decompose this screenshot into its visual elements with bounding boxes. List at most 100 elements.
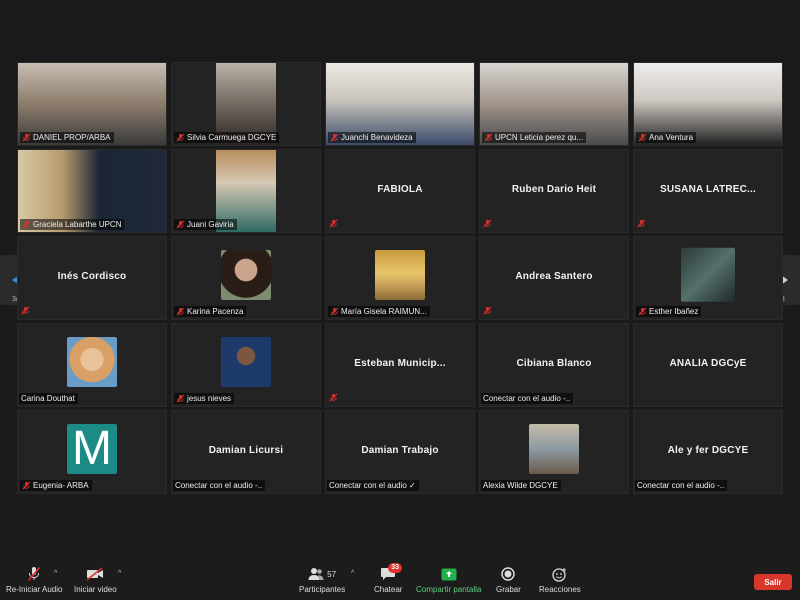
participant-tile[interactable]: ANALÍA DGCyE [633,323,783,407]
muted-mic-icon [21,306,30,315]
participant-tile[interactable]: Ruben Dario Heit [479,149,629,233]
muted-mic-icon [176,220,185,229]
participant-name-label: Conectar con el audio -.. [173,480,266,491]
muted-mic-icon [330,133,339,142]
participant-tile[interactable]: Graciela Labarthe UPCN [17,149,167,233]
share-screen-button[interactable]: Compartir pantalla [416,566,481,594]
participant-tile[interactable]: Karina Pacenza [171,236,321,320]
participant-tile[interactable]: Juanchi Benavideza [325,62,475,146]
leave-meeting-button[interactable]: Salir [754,574,792,590]
video-options-caret[interactable]: ^ [118,570,121,577]
participant-name-label: Alexia Wilde DGCYE [481,480,561,491]
participant-tile[interactable]: Silvia Carmuega DGCYE [171,62,321,146]
participant-name-label: Esther Ibañez [636,306,702,317]
muted-mic-icon [24,566,44,582]
participant-display-name: Ruben Dario Heit [511,184,597,195]
muted-mic-icon [22,220,31,229]
reactions-button-label: Reacciones [539,585,581,594]
participant-tile[interactable]: Damian Trabajo Conectar con el audio ✓ [325,410,475,494]
muted-mic-icon [329,393,338,402]
share-screen-label: Compartir pantalla [416,585,482,594]
participant-name-label: Juanchi Benavideza [328,132,416,143]
participant-name-label: jesus nieves [174,393,235,404]
record-button[interactable]: Grabar [496,566,521,594]
participant-tile[interactable]: UPCN Leticia perez qu... [479,62,629,146]
muted-mic-icon [176,307,185,316]
participant-display-name: SUSANA LATREC... [660,184,756,195]
participant-tile[interactable]: jesus nieves [171,323,321,407]
participant-tile[interactable]: DANIEL PROP/ARBA [17,62,167,146]
participants-button[interactable]: 57 Participantes [299,566,345,594]
participant-name-label: Juani Gaviria [174,219,237,230]
participant-tile[interactable]: Ale y fer DGCYE Conectar con el audio -.… [633,410,783,494]
participant-tile[interactable]: Andrea Santero [479,236,629,320]
participant-display-name: FABIOLA [377,184,423,195]
participant-display-name: Inés Cordisco [57,271,127,282]
participant-tile[interactable]: Inés Cordisco [17,236,167,320]
participant-tile[interactable]: FABIOLA [325,149,475,233]
gallery-grid: DANIEL PROP/ARBA Silvia Carmuega DGCYE J… [17,62,783,498]
participant-display-name: Cibiana Blanco [516,358,592,369]
participant-name-label: Conectar con el audio -.. [635,480,728,491]
muted-mic-icon [176,394,185,403]
video-button-label: Iniciar video [74,585,117,594]
participant-tile[interactable]: Damian Licursi Conectar con el audio -.. [171,410,321,494]
profile-picture [529,424,579,474]
participant-display-name: Andrea Santero [515,271,593,282]
participants-button-label: Participantes [299,585,346,594]
muted-mic-icon [176,133,185,142]
participant-name-label: UPCN Leticia perez qu... [482,132,587,143]
audio-button-label: Re-Iniciar Audio [6,585,63,594]
muted-mic-icon [638,307,647,316]
muted-mic-icon [22,133,31,142]
participant-name-label: Carina Douthat [19,393,78,404]
reactions-button[interactable]: Reacciones [539,566,581,594]
participant-name-label: Silvia Carmuega DGCYE [174,132,280,143]
participant-tile[interactable]: Alexia Wilde DGCYE [479,410,629,494]
participant-name-label: DANIEL PROP/ARBA [20,132,114,143]
profile-picture [67,337,117,387]
participant-display-name: Damian Licursi [208,445,284,456]
muted-mic-icon [330,307,339,316]
participant-tile[interactable]: M Eugenia- ARBA [17,410,167,494]
muted-mic-icon [484,133,493,142]
participants-options-caret[interactable]: ^ [351,570,354,577]
participant-display-name: ANALÍA DGCyE [669,358,747,369]
smiley-icon [550,566,570,582]
profile-picture [221,250,271,300]
muted-mic-icon [637,219,646,228]
video-button[interactable]: Iniciar video [74,566,117,594]
muted-mic-icon [638,133,647,142]
participant-tile[interactable]: Esteban Municip... [325,323,475,407]
participants-count: 57 [327,569,337,579]
meeting-toolbar: Re-Iniciar Audio ^ Iniciar video ^ 57 Pa… [0,560,800,600]
muted-mic-icon [483,219,492,228]
participant-tile[interactable]: Esther Ibañez [633,236,783,320]
audio-options-caret[interactable]: ^ [54,570,57,577]
record-button-label: Grabar [496,585,521,594]
avatar-letter: M [72,422,112,475]
chat-button[interactable]: 33 Chatear [374,563,403,594]
participant-tile[interactable]: Juani Gaviria [171,149,321,233]
record-icon [498,566,518,582]
participant-tile[interactable]: Ana Ventura [633,62,783,146]
participant-name-label: Karina Pacenza [174,306,247,317]
participant-name-label: Eugenia- ARBA [20,480,92,491]
chat-unread-badge: 33 [388,563,403,573]
profile-picture [221,337,271,387]
participant-tile[interactable]: Cibiana Blanco Conectar con el audio -.. [479,323,629,407]
profile-picture: M [67,424,117,474]
participant-tile[interactable]: SUSANA LATREC... [633,149,783,233]
participant-name-label: Conectar con el audio -.. [481,393,574,404]
participant-name-label: Ana Ventura [636,132,697,143]
participant-name-label: María Gisela RAIMUN... [328,306,430,317]
participant-tile[interactable]: María Gisela RAIMUN... [325,236,475,320]
participant-display-name: Damian Trabajo [361,445,439,456]
participant-tile[interactable]: Carina Douthat [17,323,167,407]
muted-mic-icon [329,219,338,228]
profile-picture [375,250,425,300]
participant-display-name: Esteban Municip... [354,358,446,369]
muted-mic-icon [483,306,492,315]
chat-icon: 33 [378,563,403,582]
participants-icon: 57 [302,566,342,582]
